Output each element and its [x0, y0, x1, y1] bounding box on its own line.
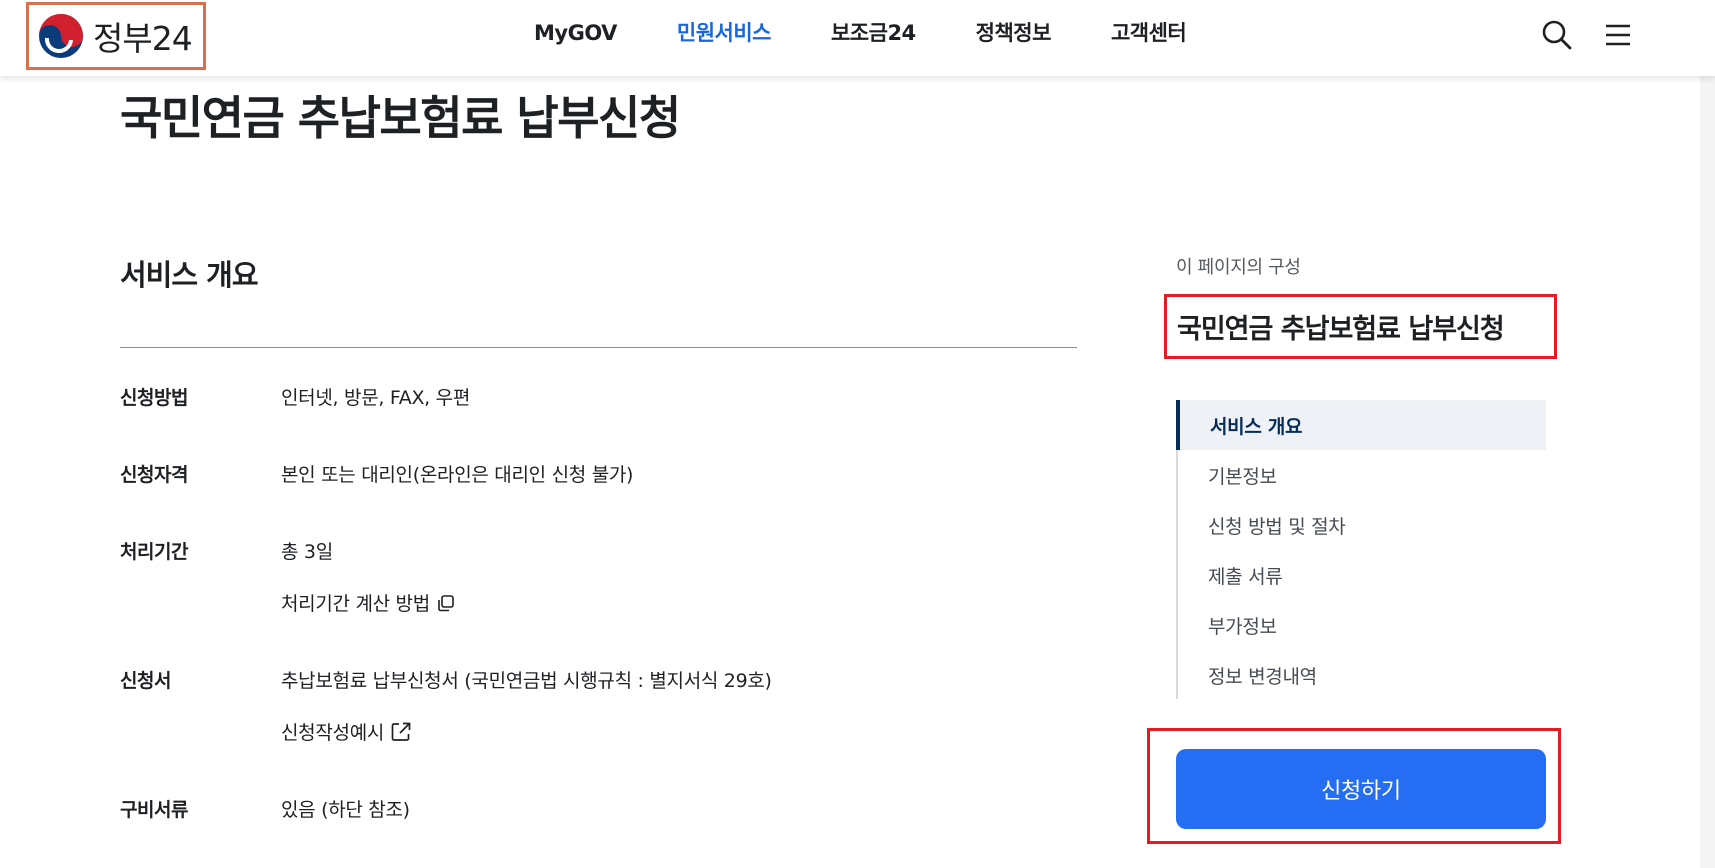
value-required-docs-text: 있음 (하단 참조) — [281, 799, 410, 821]
application-example-text: 신청작성예시 — [281, 722, 385, 744]
nav-mygov[interactable]: MyGOV — [534, 18, 617, 48]
value-processing-period: 총 3일 — [281, 537, 333, 564]
toc-item-overview[interactable]: 서비스 개요 — [1176, 400, 1546, 450]
application-example-link[interactable]: 신청작성예시 — [281, 718, 412, 745]
label-eligibility: 신청자격 — [120, 464, 188, 486]
taegeuk-logo-icon — [39, 14, 83, 58]
toc-title-box: 국민연금 추납보험료 납부신청 — [1164, 294, 1557, 359]
value-eligibility: 본인 또는 대리인(온라인은 대리인 신청 불가) — [281, 460, 633, 487]
divider — [120, 347, 1077, 348]
label-application-form: 신청서 — [120, 670, 171, 692]
section-title-overview: 서비스 개요 — [120, 258, 258, 292]
logo-text: 정부24 — [93, 19, 193, 58]
toc-item-documents[interactable]: 제출 서류 — [1178, 550, 1548, 600]
toc-list: 서비스 개요 기본정보 신청 방법 및 절차 제출 서류 부가정보 정보 변경내… — [1176, 400, 1546, 699]
toc-title: 국민연금 추납보험료 납부신청 — [1177, 314, 1505, 345]
value-apply-method-text: 인터넷, 방문, FAX, 우편 — [281, 387, 470, 409]
site-header: 정부24 MyGOV 민원서비스 보조금24 정책정보 고객센터 — [0, 0, 1715, 76]
label-apply-method: 신청방법 — [120, 387, 188, 409]
processing-period-calc-text: 처리기간 계산 방법 — [281, 593, 430, 615]
page-title: 국민연금 추납보험료 납부신청 — [120, 91, 681, 145]
external-link-icon — [391, 722, 411, 741]
label-required-docs: 구비서류 — [120, 799, 188, 821]
label-processing-period: 처리기간 — [120, 541, 188, 563]
toc-item-change-history[interactable]: 정보 변경내역 — [1178, 650, 1548, 700]
value-eligibility-text: 본인 또는 대리인(온라인은 대리인 신청 불가) — [281, 464, 634, 486]
nav-civil-service[interactable]: 민원서비스 — [677, 18, 772, 48]
value-processing-period-text: 총 3일 — [281, 541, 333, 563]
toc-item-additional-info[interactable]: 부가정보 — [1178, 600, 1548, 650]
logo-link[interactable]: 정부24 — [26, 2, 206, 70]
nav-customer-center[interactable]: 고객센터 — [1111, 18, 1187, 48]
value-required-docs: 있음 (하단 참조) — [281, 795, 410, 822]
nav-subsidy24[interactable]: 보조금24 — [831, 18, 916, 48]
main-nav: MyGOV 민원서비스 보조금24 정책정보 고객센터 — [534, 18, 1246, 48]
apply-button[interactable]: 신청하기 — [1176, 749, 1546, 829]
scrollbar[interactable] — [1700, 76, 1715, 868]
value-application-form-text: 추납보험료 납부신청서 (국민연금법 시행규칙 : 별지서식 29호) — [281, 670, 772, 692]
toc-caption: 이 페이지의 구성 — [1176, 257, 1301, 278]
toc-item-method-procedure[interactable]: 신청 방법 및 절차 — [1178, 500, 1548, 550]
nav-policy-info[interactable]: 정책정보 — [976, 18, 1052, 48]
value-apply-method: 인터넷, 방문, FAX, 우편 — [281, 383, 470, 410]
value-application-form: 추납보험료 납부신청서 (국민연금법 시행규칙 : 별지서식 29호) — [281, 666, 772, 693]
processing-period-calc-link[interactable]: 처리기간 계산 방법 — [281, 589, 456, 616]
menu-icon[interactable] — [1603, 20, 1633, 50]
search-icon[interactable] — [1540, 18, 1574, 52]
toc-item-basic-info[interactable]: 기본정보 — [1178, 450, 1548, 500]
copy-icon — [438, 594, 454, 611]
